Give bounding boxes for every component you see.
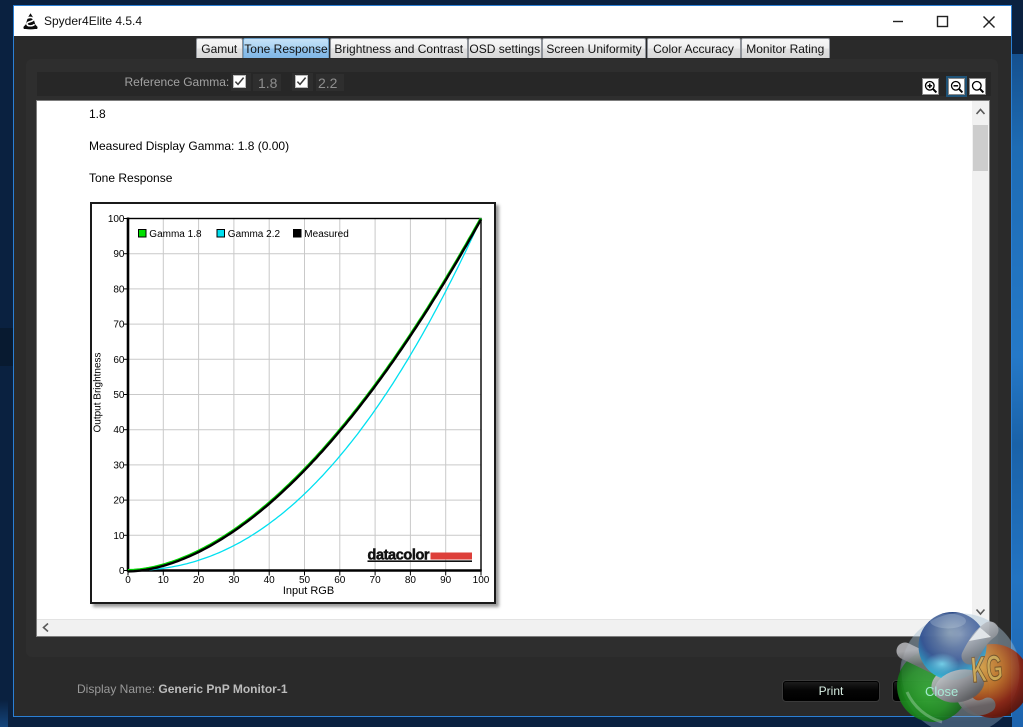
svg-text:90: 90: [113, 249, 125, 260]
svg-text:10: 10: [113, 531, 125, 542]
svg-text:100: 100: [472, 575, 489, 586]
svg-text:60: 60: [334, 575, 346, 586]
svg-text:Output Brightness: Output Brightness: [92, 352, 103, 432]
svg-text:90: 90: [440, 575, 452, 586]
svg-text:40: 40: [113, 425, 125, 436]
svg-text:60: 60: [113, 355, 125, 366]
svg-text:20: 20: [113, 496, 125, 507]
svg-text:0: 0: [125, 575, 131, 586]
svg-text:30: 30: [228, 575, 240, 586]
svg-text:10: 10: [157, 575, 169, 586]
svg-text:30: 30: [113, 460, 125, 471]
svg-text:80: 80: [404, 575, 416, 586]
svg-text:70: 70: [369, 575, 381, 586]
svg-text:Gamma 2.2: Gamma 2.2: [227, 229, 280, 240]
svg-text:50: 50: [113, 390, 125, 401]
svg-text:Input RGB: Input RGB: [282, 585, 333, 597]
svg-text:40: 40: [263, 575, 275, 586]
svg-text:Measured: Measured: [304, 229, 348, 240]
svg-text:70: 70: [113, 320, 125, 331]
svg-text:0: 0: [118, 566, 124, 577]
svg-text:80: 80: [113, 284, 125, 295]
svg-text:20: 20: [193, 575, 205, 586]
svg-text:100: 100: [107, 214, 124, 225]
svg-text:Gamma 1.8: Gamma 1.8: [149, 229, 202, 240]
